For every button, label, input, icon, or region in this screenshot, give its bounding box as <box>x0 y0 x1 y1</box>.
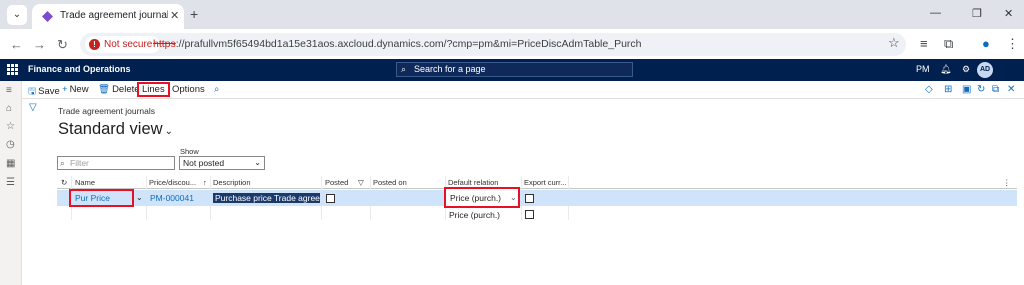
row-description[interactable]: Purchase price Trade agreement <box>213 193 320 203</box>
reload-icon[interactable]: ↻ <box>57 37 68 53</box>
page-search-placeholder: Search for a page <box>414 64 486 74</box>
tab-close-icon[interactable]: ✕ <box>170 9 179 22</box>
company-picker[interactable]: PM <box>916 64 930 74</box>
lock-icon[interactable]: ▣ <box>962 84 971 95</box>
filter-pane-icon[interactable]: ▽ <box>29 102 37 113</box>
workspaces-icon[interactable]: ▦ <box>6 158 15 169</box>
left-nav-pane: ≡ ⌂ ☆ ◷ ▦ ☰ <box>0 81 22 285</box>
breadcrumb: Trade agreement journals <box>58 106 156 116</box>
close-page-icon[interactable]: ✕ <box>1007 84 1015 95</box>
lines-button[interactable]: Lines <box>137 82 170 97</box>
col-header-posted-on[interactable]: Posted on <box>373 176 443 189</box>
app-name: Finance and Operations <box>28 64 131 74</box>
recent-clock-icon[interactable]: ◷ <box>6 139 15 150</box>
dropdown-option[interactable]: Price (purch.) <box>449 208 500 222</box>
delete-label: Delete <box>112 84 140 95</box>
col-header-name[interactable]: Name <box>75 176 135 189</box>
row-name[interactable]: Pur Price <box>75 191 110 205</box>
chevron-down-icon: ⌄ <box>510 193 517 202</box>
favorites-star-icon[interactable]: ☆ <box>6 121 15 132</box>
sort-arrow-icon: ↑ <box>203 178 207 187</box>
column-options-icon[interactable]: ⋮ <box>1003 176 1011 189</box>
name-cell[interactable]: Pur Price <box>69 189 134 207</box>
address-bar-row: ← → ↻ ! Not secure https://prafullvm5f65… <box>0 29 1024 59</box>
row-posted-checkbox[interactable] <box>326 194 335 203</box>
settings-gear-icon[interactable]: ⚙ <box>962 64 970 75</box>
filter-placeholder: Filter <box>70 158 89 168</box>
column-filter-icon[interactable]: ▽ <box>358 176 364 189</box>
dynamics-favicon-icon <box>42 11 53 22</box>
default-relation-dropdown[interactable]: Price (purch.) ⌄ <box>444 187 520 208</box>
forward-icon[interactable]: → <box>33 37 46 52</box>
security-chip[interactable]: ! Not secure <box>85 36 161 53</box>
back-icon[interactable]: ← <box>10 37 23 52</box>
modules-list-icon[interactable]: ☰ <box>6 177 15 188</box>
tab-search-icon[interactable]: ⌄ <box>7 5 27 25</box>
col-header-export-currency[interactable]: Export curr... <box>524 176 574 189</box>
refresh-grid-icon[interactable]: ↻ <box>61 176 67 189</box>
save-label: Save <box>38 86 60 97</box>
row-checkbox[interactable] <box>525 210 534 219</box>
filter-input[interactable]: ⌕ Filter <box>57 156 175 170</box>
col-header-journal[interactable]: Price/discou... <box>149 176 211 189</box>
extensions-icon[interactable]: ⧉ <box>944 36 953 52</box>
row-default-relation: Price (purch.) <box>450 193 502 203</box>
row-export-currency-checkbox[interactable] <box>525 194 534 203</box>
browser-menu-icon[interactable]: ⋮ <box>1006 36 1019 52</box>
user-avatar[interactable]: AD <box>977 62 993 78</box>
tab-title: Trade agreement journals -- Fin <box>60 10 168 21</box>
profile-icon[interactable]: ● <box>982 36 990 51</box>
reading-list-icon[interactable]: ≡ <box>920 36 928 51</box>
options-button[interactable]: Options <box>172 84 205 95</box>
bookmark-star-icon[interactable]: ☆ <box>888 35 900 51</box>
app-launcher-icon[interactable] <box>7 64 18 75</box>
search-icon: ⌕ <box>401 64 407 74</box>
row-description-cell[interactable]: Purchase price Trade agreement <box>213 191 320 205</box>
app-bar: Finance and Operations ⌕ Search for a pa… <box>0 59 1024 81</box>
hamburger-menu-icon[interactable]: ≡ <box>6 85 12 96</box>
view-selector[interactable]: Standard view ⌄ <box>58 120 173 139</box>
minimize-icon[interactable]: — <box>930 7 941 19</box>
new-label: New <box>69 84 89 95</box>
action-search-icon[interactable]: ⌕ <box>214 84 219 95</box>
url-field[interactable]: ! Not secure https://prafullvm5f65494bd1… <box>80 33 906 56</box>
trash-icon: 🗑︎ <box>98 84 111 95</box>
row-journal-number[interactable]: PM-000041 <box>150 191 194 205</box>
open-new-window-icon[interactable]: ⧉ <box>992 84 999 95</box>
page-title: Standard view <box>58 120 163 138</box>
office-icon[interactable]: ⊞ <box>944 84 952 95</box>
chevron-down-icon[interactable]: ⌄ <box>136 191 143 205</box>
home-icon[interactable]: ⌂ <box>6 103 12 114</box>
show-label: Show <box>180 147 199 156</box>
chevron-down-icon: ⌄ <box>164 126 173 137</box>
chevron-down-icon: ⌄ <box>254 158 261 167</box>
refresh-icon[interactable]: ↻ <box>977 84 985 95</box>
close-window-icon[interactable]: ✕ <box>1004 7 1013 20</box>
plus-icon: + <box>62 84 68 95</box>
new-button[interactable]: + New <box>62 84 89 95</box>
save-button[interactable]: 🖫︎ Save <box>28 84 60 100</box>
show-dropdown[interactable]: Not posted ⌄ <box>179 156 265 170</box>
table-row[interactable] <box>57 190 1017 206</box>
page-search-box[interactable]: ⌕ Search for a page <box>396 62 633 77</box>
notifications-bell-icon[interactable]: 🔔︎ <box>940 64 951 75</box>
filter-search-icon: ⌕ <box>60 158 65 168</box>
restore-icon[interactable]: ❐ <box>972 7 982 20</box>
warning-icon: ! <box>89 39 100 50</box>
delete-button[interactable]: 🗑︎ Delete <box>98 84 140 95</box>
url-text: https://prafullvm5f65494bd1a15e31aos.axc… <box>153 38 642 50</box>
show-value: Not posted <box>183 158 225 168</box>
col-header-description[interactable]: Description <box>213 176 313 189</box>
browser-tab-strip: ⌄ Trade agreement journals -- Fin ✕ + — … <box>0 0 1024 29</box>
not-secure-label: Not secure <box>104 39 153 50</box>
browser-tab[interactable]: Trade agreement journals -- Fin ✕ <box>32 4 184 29</box>
url-scheme: https <box>153 38 176 50</box>
url-path: ://prafullvm5f65494bd1a15e31aos.axcloud.… <box>175 38 642 50</box>
action-pane: 🖫︎ Save + New 🗑︎ Delete Lines Options ⌕ ◇ ⊞… <box>22 81 1024 99</box>
new-tab-icon[interactable]: + <box>190 6 198 22</box>
save-icon: 🖫︎ <box>28 86 37 97</box>
attachments-icon[interactable]: ◇ <box>925 84 933 95</box>
